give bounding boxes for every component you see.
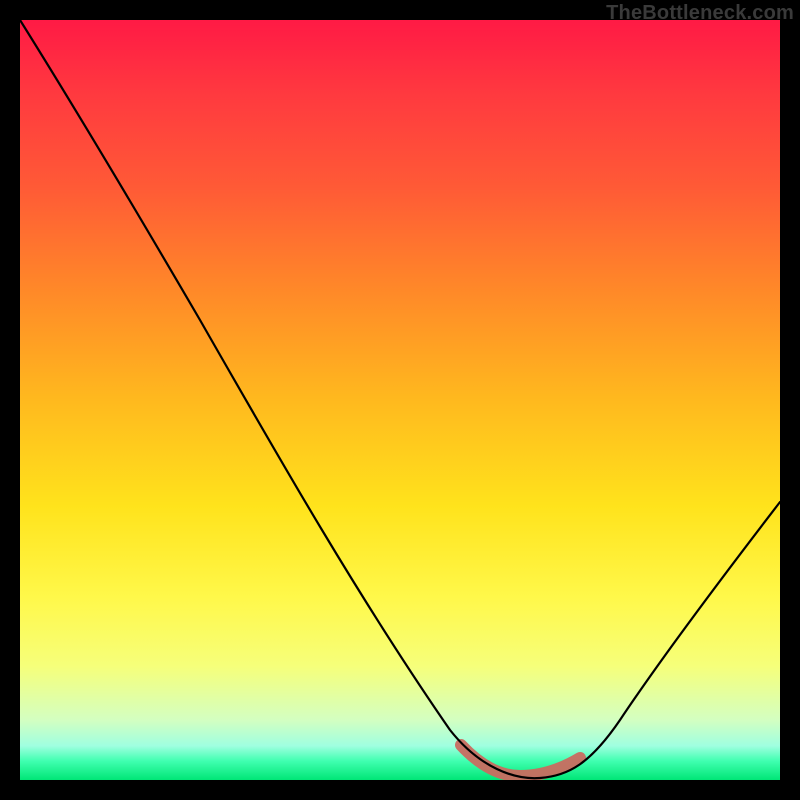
bottleneck-curve [20, 20, 780, 778]
curve-svg [20, 20, 780, 780]
optimal-zone-highlight [461, 745, 580, 776]
plot-area [20, 20, 780, 780]
chart-frame: TheBottleneck.com [0, 0, 800, 800]
